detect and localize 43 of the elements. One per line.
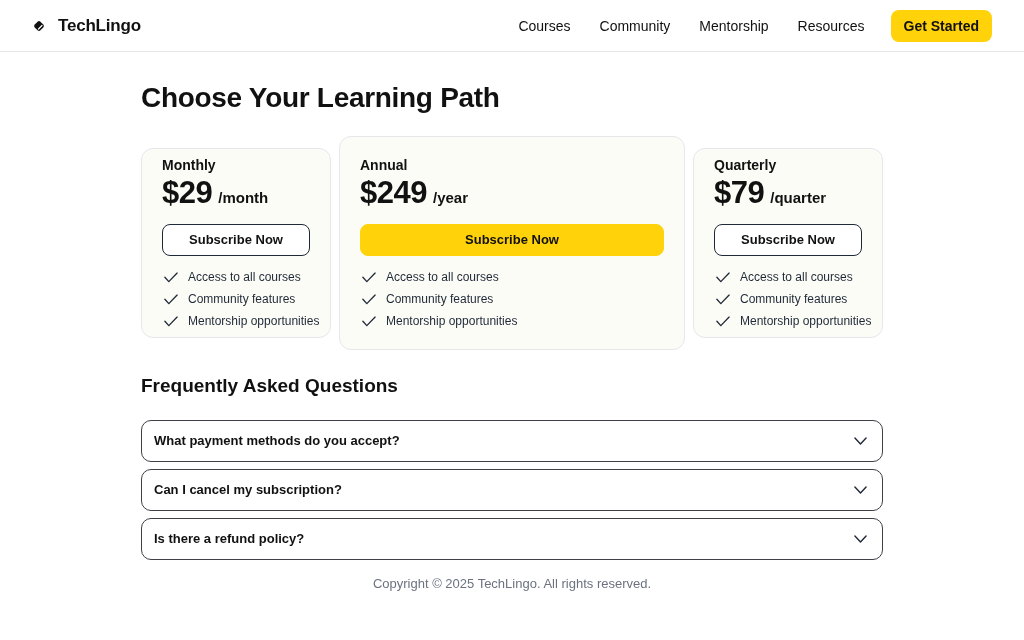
get-started-button[interactable]: Get Started xyxy=(890,9,992,42)
check-icon xyxy=(164,271,178,283)
nav-link[interactable]: Courses xyxy=(518,15,571,36)
check-icon xyxy=(362,315,376,327)
check-icon xyxy=(362,271,376,283)
check-icon xyxy=(716,293,730,305)
subscribe-button[interactable]: Subscribe Now xyxy=(162,224,310,256)
price-period: /year xyxy=(432,188,468,208)
check-icon xyxy=(164,293,178,305)
check-icon xyxy=(362,293,376,305)
feature-text: Mentorship opportunities xyxy=(386,313,518,330)
check-icon xyxy=(164,315,178,327)
page-title: Choose Your Learning Path xyxy=(141,81,501,115)
logo-text: TechLingo xyxy=(58,14,141,37)
faq-title: Frequently Asked Questions xyxy=(141,374,399,398)
feature-text: Community features xyxy=(188,291,296,308)
faq-question[interactable]: Is there a refund policy? xyxy=(141,518,883,560)
copyright-text: Copyright © 2025 TechLingo. All rights reserved. xyxy=(371,575,653,593)
check-icon xyxy=(716,271,730,283)
faq-question[interactable]: Can I cancel my subscription? xyxy=(141,469,883,511)
feature-text: Community features xyxy=(740,291,848,308)
feature-text: Access to all courses xyxy=(188,269,301,286)
feature-text: Community features xyxy=(386,291,494,308)
feature-text: Access to all courses xyxy=(386,269,499,286)
plan-name: Monthly xyxy=(162,157,217,173)
plan-name: Quarterly xyxy=(714,157,778,173)
faq-question[interactable]: What payment methods do you accept? xyxy=(141,420,883,462)
price-period: /quarter xyxy=(770,188,827,208)
nav-link[interactable]: Resources xyxy=(797,15,865,36)
price: $249 xyxy=(360,175,427,211)
subscribe-button[interactable]: Subscribe Now xyxy=(360,224,664,256)
feature-text: Mentorship opportunities xyxy=(188,313,320,330)
feature-text: Mentorship opportunities xyxy=(740,313,872,330)
nav-link[interactable]: Community xyxy=(599,15,671,36)
feature-text: Access to all courses xyxy=(740,269,853,286)
price: $29 xyxy=(162,175,213,211)
plan-name: Annual xyxy=(360,157,409,173)
price-period: /month xyxy=(218,188,269,208)
check-icon xyxy=(716,315,730,327)
nav-link[interactable]: Mentorship xyxy=(699,15,769,36)
logo-icon xyxy=(33,19,45,32)
price: $79 xyxy=(714,175,765,211)
subscribe-button[interactable]: Subscribe Now xyxy=(714,224,862,256)
